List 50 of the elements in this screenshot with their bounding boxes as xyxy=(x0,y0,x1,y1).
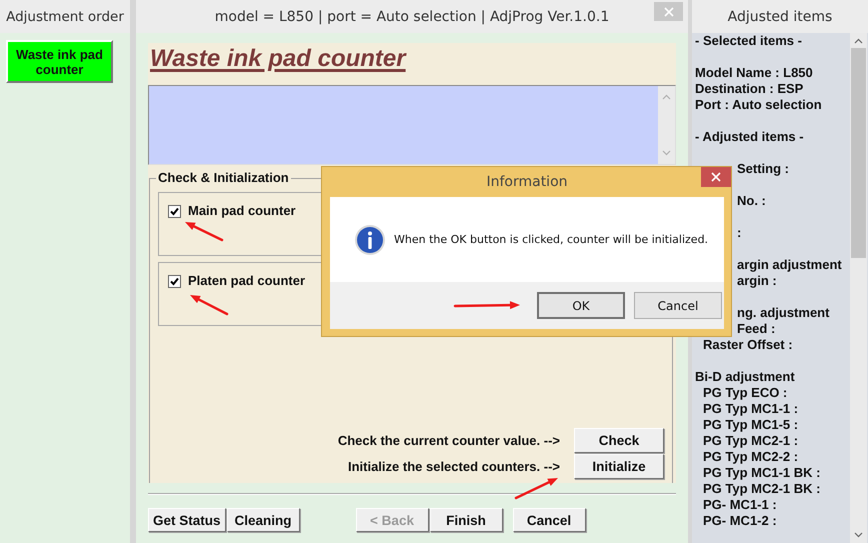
list-line: No. : xyxy=(736,193,767,209)
list-line: PG Typ MC2-1 BK : xyxy=(702,481,822,497)
info-icon xyxy=(354,224,386,256)
close-button[interactable] xyxy=(701,167,731,187)
order-item[interactable]: Waste ink pad counter xyxy=(6,40,113,83)
action-prompt: Check the current counter value. --> xyxy=(338,432,560,448)
window-title: model = L850 | port = Auto selection | AdjProg Ver.1.0.1 xyxy=(214,8,610,24)
action-button[interactable]: Check xyxy=(574,428,664,453)
list-line: PG Typ MC2-1 : xyxy=(702,433,800,449)
dialog-message: When the OK button is clicked, counter will be initialized. xyxy=(394,233,708,246)
footer-button[interactable]: Cancel xyxy=(512,508,586,532)
list-line: Raster Offset : xyxy=(702,337,794,353)
panel-title: Adjustment order xyxy=(0,0,130,33)
list-line: Bi-D adjustment xyxy=(695,369,796,385)
list-line: PG- MC1-1 : xyxy=(702,497,778,513)
list-line: PG Typ MC1-1 BK : xyxy=(702,465,822,481)
panel-title: Adjusted items xyxy=(692,0,868,33)
close-icon xyxy=(711,172,721,182)
footer-button[interactable]: Finish xyxy=(430,508,503,532)
list-line: PG Typ MC2-2 : xyxy=(702,449,800,465)
checkbox-label: Platen pad counter xyxy=(188,273,306,289)
list-line: Model Name : L850 xyxy=(695,65,814,81)
list-line: Destination : ESP xyxy=(695,81,804,97)
list-line: PG Typ MC1-1 : xyxy=(702,401,800,417)
list-line: Port : Auto selection xyxy=(695,97,823,113)
list-line: - Adjusted items - xyxy=(695,129,805,145)
dialog-button[interactable]: OK xyxy=(537,292,625,319)
list-line: PG Typ ECO : xyxy=(702,385,788,401)
action-prompt: Initialize the selected counters. --> xyxy=(348,458,560,474)
page-heading: Waste ink pad counter xyxy=(149,44,408,74)
chevron-up-icon[interactable] xyxy=(854,38,863,44)
checkbox[interactable] xyxy=(168,274,181,288)
list-line: Feed : xyxy=(736,321,776,337)
checkbox[interactable] xyxy=(168,204,181,218)
checkbox-label: Main pad counter xyxy=(188,203,296,219)
list-line: Setting : xyxy=(736,161,790,177)
action-button[interactable]: Initialize xyxy=(574,454,664,479)
dialog-button[interactable]: Cancel xyxy=(634,292,722,319)
list-line: PG- MC1-2 : xyxy=(702,513,778,529)
list-line: argin adjustment xyxy=(736,257,843,273)
dialog-title: Information xyxy=(486,174,568,190)
chevron-down-icon[interactable] xyxy=(854,532,863,538)
list-line: - Selected items - xyxy=(695,33,803,49)
footer-button[interactable]: Cleaning xyxy=(226,508,300,532)
list-line: argin : xyxy=(736,273,778,289)
close-icon xyxy=(664,6,674,16)
list-line: PG Typ MC1-5 : xyxy=(702,417,800,433)
scrollbar[interactable] xyxy=(850,33,867,543)
footer-button[interactable]: Get Status xyxy=(148,508,226,532)
list-line: ng. adjustment xyxy=(736,305,830,321)
